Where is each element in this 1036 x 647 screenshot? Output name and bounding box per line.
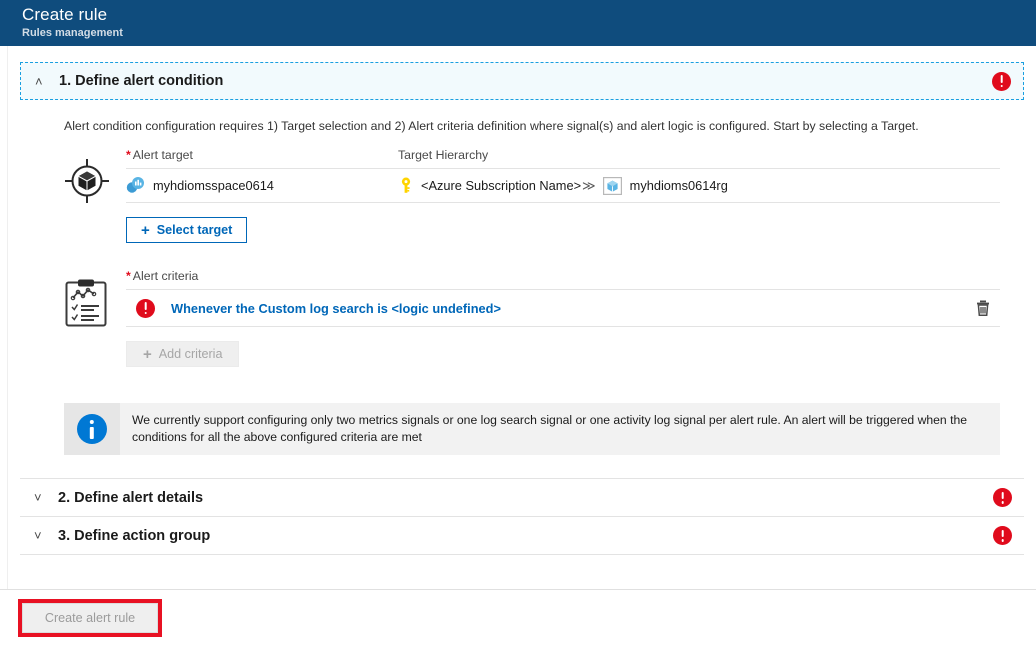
add-criteria-button[interactable]: + Add criteria (126, 341, 239, 367)
alert-criteria-label: *Alert criteria (126, 269, 1000, 289)
section-bottom-divider (20, 554, 1024, 555)
page-body: ˄ 1. Define alert condition Alert condit… (0, 46, 1036, 647)
key-icon (398, 177, 414, 194)
info-banner: We currently support configuring only tw… (64, 403, 1000, 455)
plus-icon: + (143, 347, 152, 362)
info-icon (77, 414, 107, 444)
alert-criteria-fields: *Alert criteria Whenever the Custom log … (126, 269, 1000, 367)
section-description: Alert condition configuration requires 1… (64, 118, 1036, 134)
footer-bar: Create alert rule (0, 589, 1036, 647)
alert-target-resource[interactable]: myhdiomsspace0614 (126, 177, 398, 194)
info-banner-text: We currently support configuring only tw… (120, 403, 1000, 455)
section-header-define-action-group[interactable]: ˅ 3. Define action group (20, 516, 1024, 554)
alert-target-label: *Alert target (126, 148, 398, 168)
create-alert-rule-button[interactable]: Create alert rule (22, 603, 158, 633)
criteria-link[interactable]: Whenever the Custom log search is <logic… (171, 301, 974, 316)
alert-target-block: *Alert target Target Hierarchy (64, 148, 1000, 243)
section-title-2: 2. Define alert details (58, 490, 993, 506)
alert-target-labels: *Alert target Target Hierarchy (126, 148, 1000, 168)
target-hierarchy-value: <Azure Subscription Name> ≫ myhdioms0614… (398, 177, 728, 195)
resource-group-icon (603, 177, 622, 195)
required-marker: * (126, 148, 131, 162)
section-header-define-alert-condition[interactable]: ˄ 1. Define alert condition (20, 62, 1024, 100)
alert-criteria-block: *Alert criteria Whenever the Custom log … (64, 269, 1000, 367)
target-cube-icon (64, 148, 126, 243)
alert-target-label-text: Alert target (133, 148, 193, 162)
error-icon (136, 299, 155, 318)
hierarchy-separator-icon: ≫ (582, 178, 596, 194)
error-icon (993, 488, 1012, 507)
page-header: Create rule Rules management (0, 0, 1036, 46)
select-target-button-label: Select target (157, 223, 233, 237)
target-hierarchy-label: Target Hierarchy (398, 148, 488, 168)
subscription-name: <Azure Subscription Name> (421, 178, 581, 193)
add-criteria-button-label: Add criteria (159, 347, 223, 361)
alert-criteria-label-text: Alert criteria (133, 269, 199, 283)
chevron-down-icon: ˅ (34, 529, 50, 542)
plus-icon: + (141, 223, 150, 238)
page-subtitle: Rules management (22, 26, 1036, 41)
error-icon (993, 526, 1012, 545)
section-title-1: 1. Define alert condition (59, 73, 992, 89)
trash-icon[interactable] (974, 299, 992, 317)
log-analytics-workspace-icon (126, 177, 145, 194)
page-title: Create rule (22, 4, 1036, 26)
alert-target-resource-name: myhdiomsspace0614 (153, 178, 274, 193)
section-title-3: 3. Define action group (58, 528, 993, 544)
create-alert-rule-annotation: Create alert rule (18, 599, 162, 637)
alert-target-value-row: myhdiomsspace0614 <Azure (126, 168, 1000, 203)
select-target-button[interactable]: + Select target (126, 217, 247, 243)
info-icon-wrapper (64, 403, 120, 455)
resource-group-name: myhdioms0614rg (630, 178, 728, 193)
criteria-clipboard-icon (64, 269, 126, 367)
alert-target-fields: *Alert target Target Hierarchy (126, 148, 1000, 243)
chevron-down-icon: ˅ (34, 491, 50, 504)
chevron-up-icon: ˄ (35, 75, 51, 88)
section-header-define-alert-details[interactable]: ˅ 2. Define alert details (20, 478, 1024, 516)
criteria-row: Whenever the Custom log search is <logic… (126, 289, 1000, 327)
error-icon (992, 72, 1011, 91)
content-area: ˄ 1. Define alert condition Alert condit… (0, 46, 1036, 589)
required-marker: * (126, 269, 131, 283)
